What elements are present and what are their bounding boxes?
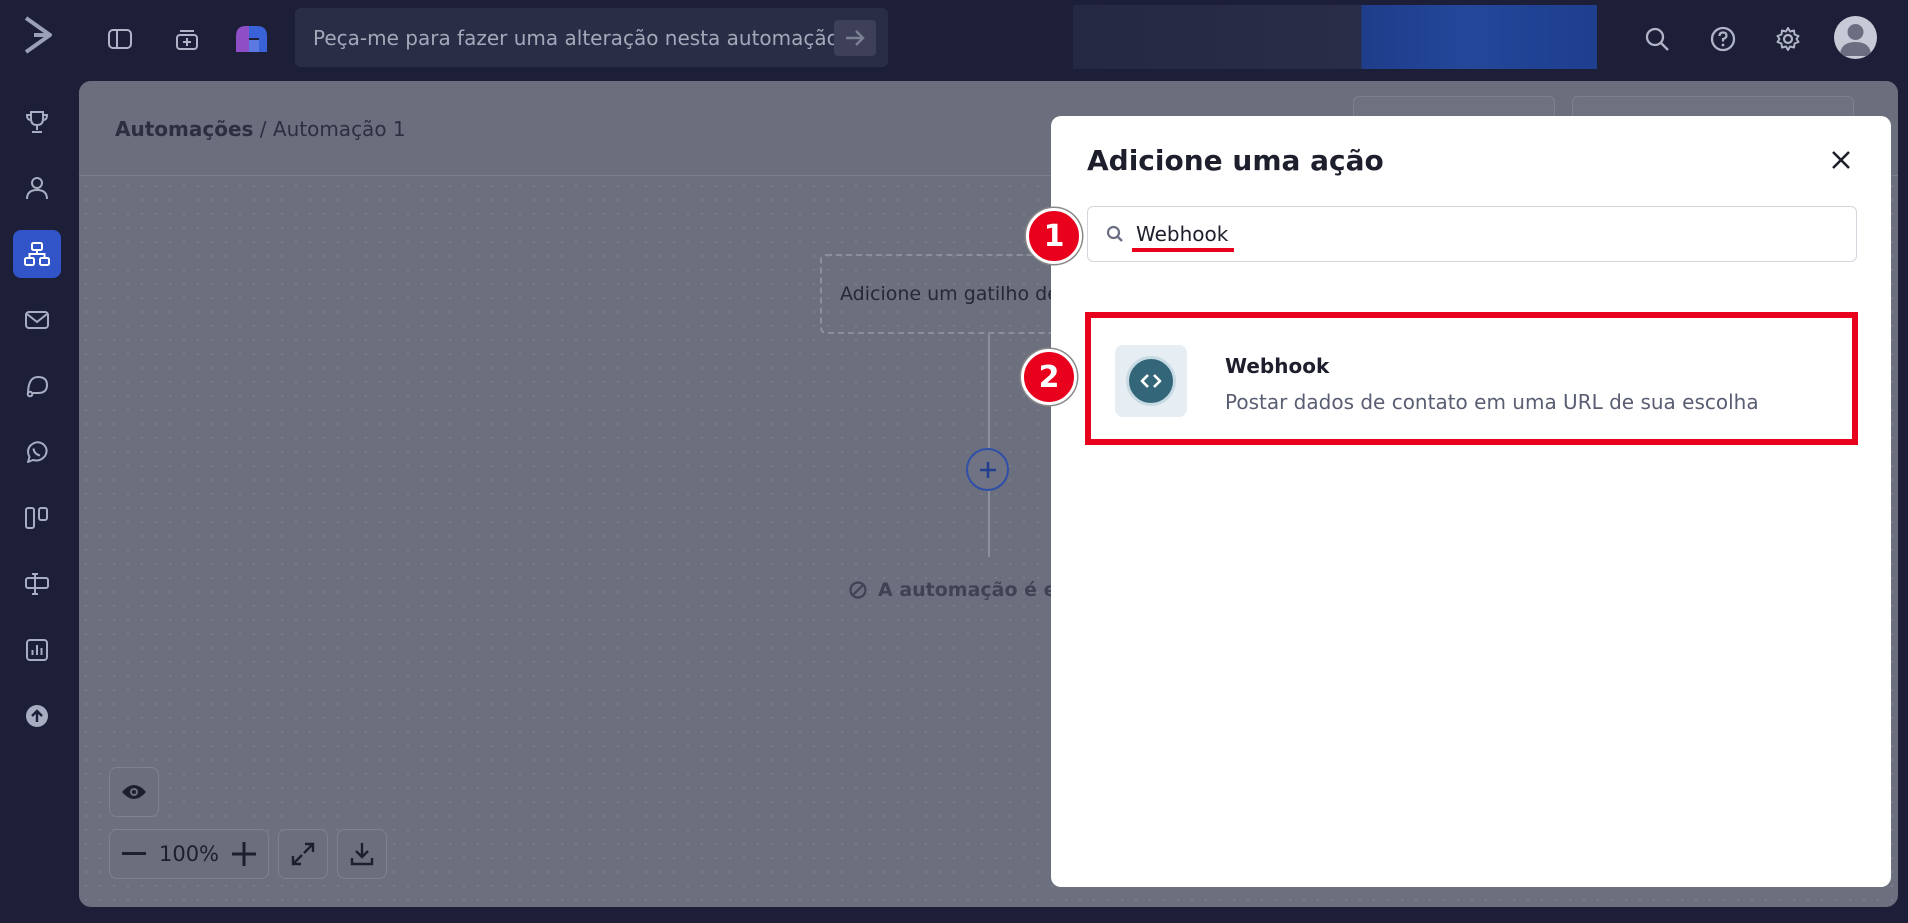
app-logo-icon[interactable] <box>232 20 272 56</box>
arrow-right-icon[interactable] <box>834 20 876 56</box>
action-search-input[interactable]: Webhook <box>1087 206 1857 262</box>
contacts-icon[interactable] <box>13 164 61 212</box>
fullscreen-button[interactable] <box>278 829 328 879</box>
modal-title: Adicione uma ação <box>1087 144 1384 177</box>
preview-button[interactable] <box>109 767 159 817</box>
settings-icon[interactable] <box>1771 22 1805 56</box>
ai-prompt-input[interactable]: Peça-me para fazer uma alteração nesta a… <box>295 8 888 67</box>
search-icon[interactable] <box>1640 22 1674 56</box>
pipelines-icon[interactable] <box>13 494 61 542</box>
connector-line <box>988 491 990 557</box>
search-value: Webhook <box>1136 222 1229 246</box>
email-icon[interactable] <box>13 296 61 344</box>
whatsapp-icon[interactable] <box>13 428 61 476</box>
breadcrumb-separator: / <box>259 117 267 141</box>
eye-icon <box>121 783 147 801</box>
result-description: Postar dados de contato em uma URL de su… <box>1225 390 1759 414</box>
warning-text: A automação é en <box>878 579 1071 601</box>
top-bar: Peça-me para fazer uma alteração nesta a… <box>0 0 1908 78</box>
code-brackets-icon <box>1115 345 1187 417</box>
avatar[interactable] <box>1834 16 1877 59</box>
step-2-marker: 2 <box>1021 349 1077 405</box>
breadcrumb: Automações / Automação 1 <box>115 117 406 141</box>
logo-icon[interactable] <box>22 14 56 56</box>
inbox-add-icon[interactable] <box>170 22 204 56</box>
zoom-control: 100% <box>109 829 269 879</box>
breadcrumb-root[interactable]: Automações <box>115 117 253 141</box>
add-trigger-box[interactable]: Adicione um gatilho de <box>820 254 1080 334</box>
connector-line <box>988 334 990 448</box>
trophy-icon[interactable] <box>13 98 61 146</box>
add-action-modal: Adicione uma ação Webhook Webhook Postar… <box>1051 116 1891 887</box>
add-step-button[interactable] <box>966 448 1009 491</box>
help-icon[interactable] <box>1706 22 1740 56</box>
upgrade-icon[interactable] <box>13 692 61 740</box>
step-1-marker: 1 <box>1026 208 1082 264</box>
zoom-level: 100% <box>158 842 220 866</box>
search-highlight-underline <box>1132 248 1234 252</box>
sidebar-toggle-icon[interactable] <box>103 22 137 56</box>
automations-icon[interactable] <box>13 230 61 278</box>
promo-banner[interactable] <box>1073 5 1597 69</box>
action-result-webhook[interactable]: Webhook Postar dados de contato em uma U… <box>1085 312 1858 445</box>
zoom-out-icon[interactable] <box>122 852 146 856</box>
search-icon <box>1106 225 1124 243</box>
trigger-placeholder: Adicione um gatilho de <box>840 283 1059 305</box>
disabled-icon <box>848 580 868 600</box>
ai-prompt-placeholder: Peça-me para fazer uma alteração nesta a… <box>313 25 839 50</box>
breadcrumb-current: Automação 1 <box>272 117 406 141</box>
reports-icon[interactable] <box>13 626 61 674</box>
forms-icon[interactable] <box>13 560 61 608</box>
zoom-in-icon[interactable] <box>231 842 256 866</box>
side-nav <box>0 78 78 923</box>
download-button[interactable] <box>337 829 387 879</box>
close-icon[interactable] <box>1827 146 1855 174</box>
result-title: Webhook <box>1225 354 1330 378</box>
download-icon <box>350 841 374 867</box>
conversations-icon[interactable] <box>13 362 61 410</box>
automation-warning: A automação é en <box>848 579 1070 601</box>
expand-icon <box>290 841 316 867</box>
